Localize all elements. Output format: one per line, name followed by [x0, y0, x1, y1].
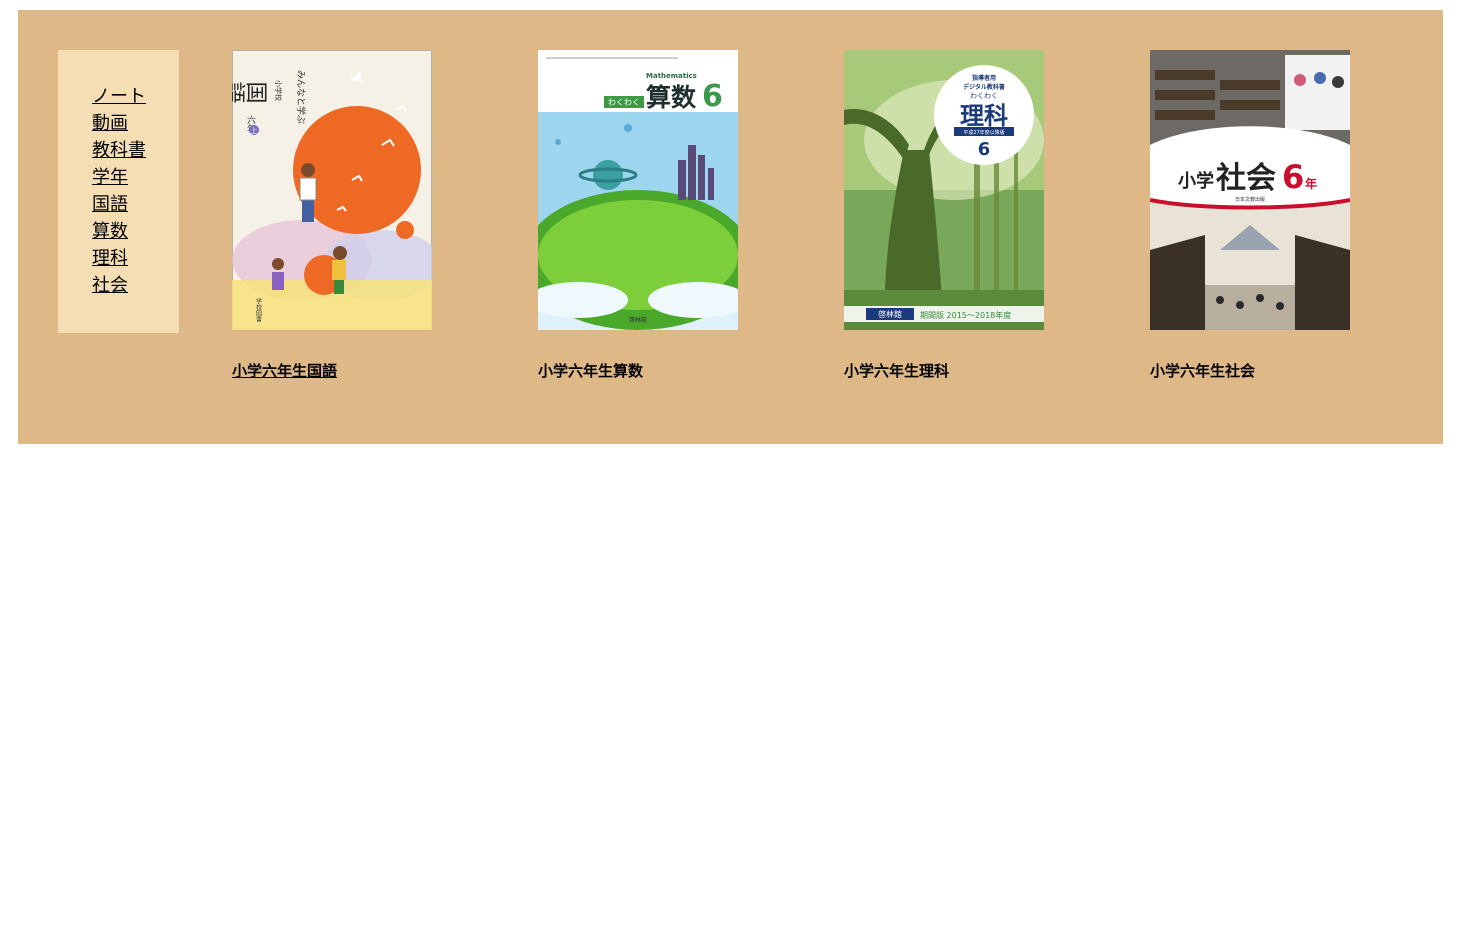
book-cover-math: Mathematics わくわく 算数 6 啓林館 — [538, 50, 738, 330]
book-cover-science: 指導者用 デジタル教科書 わくわく 理科 平成27年度以降版 6 啓林館 期間版… — [844, 50, 1044, 330]
cover-subject-text: 国語 — [232, 78, 268, 104]
book-title-science: 小学六年生理科 — [844, 362, 950, 380]
nav-link-grade[interactable]: 学年 — [92, 164, 179, 191]
nav-link-note[interactable]: ノート — [92, 83, 179, 110]
nav-link-japanese[interactable]: 国語 — [92, 191, 179, 218]
cover-edition-text: 平成27年度以降版 — [963, 129, 1004, 136]
book-card-japanese: みんなと学ぶ 小学校 国語 六年 上 学校図書 小学六年生国語 — [232, 50, 492, 381]
nav-link-science[interactable]: 理科 — [92, 245, 179, 272]
cover-top-text-1: 指導者用 — [972, 74, 996, 82]
cover-prefix-text: 小学 — [1178, 170, 1214, 192]
book-title-japanese[interactable]: 小学六年生国語 — [232, 360, 492, 381]
book-title-math: 小学六年生算数 — [538, 362, 644, 380]
cover-badge-text: わくわく — [608, 98, 640, 107]
cover-badge-text: わくわく — [970, 92, 998, 100]
cover-publisher-text: 啓林館 — [878, 309, 902, 319]
cover-subject-text: 社会 — [1216, 161, 1276, 196]
book-card-math: Mathematics わくわく 算数 6 啓林館 小学六年生算数 — [538, 50, 798, 381]
cover-english-text: Mathematics — [646, 72, 697, 80]
cover-volume-badge: 上 — [251, 126, 258, 135]
cover-series-text: みんなと学ぶ — [295, 70, 307, 124]
cover-grade-number: 6 — [702, 79, 723, 114]
cover-school-text: 小学校 — [274, 80, 283, 101]
cover-subject-text: 理科 — [960, 102, 1008, 130]
nav-link-textbook[interactable]: 教科書 — [92, 137, 179, 164]
cover-publisher-text: 日本文教出版 — [1235, 196, 1265, 203]
cover-grade-number: 6 — [1282, 158, 1304, 196]
cover-grade-number: 6 — [978, 139, 991, 160]
cover-period-text: 期間版 2015～2018年度 — [920, 310, 1011, 320]
cover-publisher-text: 啓林館 — [629, 316, 647, 324]
content-panel: ノート 動画 教科書 学年 国語 算数 理科 社会 みんなと学ぶ 小学校 国 六… — [18, 10, 1443, 444]
nav-link-math[interactable]: 算数 — [92, 218, 179, 245]
book-cover-social: 小学 社会 6 年 日本文教出版 — [1150, 50, 1350, 330]
cover-suffix-text: 年 — [1305, 176, 1317, 191]
book-cover-japanese[interactable]: みんなと学ぶ 小学校 国語 六年 上 学校図書 — [232, 50, 432, 330]
nav-link-video[interactable]: 動画 — [92, 110, 179, 137]
cover-publisher-text: 学校図書 — [255, 297, 262, 323]
sidebar-nav: ノート 動画 教科書 学年 国語 算数 理科 社会 — [58, 50, 179, 333]
book-title-social: 小学六年生社会 — [1150, 362, 1256, 380]
cover-subject-text: 算数 — [646, 83, 697, 112]
cover-top-text-2: デジタル教科書 — [963, 83, 1005, 91]
book-card-social: 小学 社会 6 年 日本文教出版 小学六年生社会 — [1150, 50, 1410, 381]
nav-link-social[interactable]: 社会 — [92, 272, 179, 299]
book-card-science: 指導者用 デジタル教科書 わくわく 理科 平成27年度以降版 6 啓林館 期間版… — [844, 50, 1104, 381]
